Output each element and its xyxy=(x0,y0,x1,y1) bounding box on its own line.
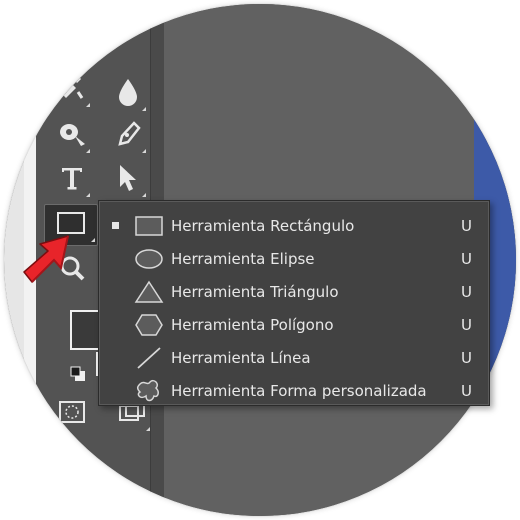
path-selection-tool[interactable] xyxy=(108,160,148,200)
menu-item-ellipse[interactable]: Herramienta Elipse U xyxy=(99,242,489,275)
shortcut-key: U xyxy=(461,381,472,400)
triangle-icon xyxy=(133,278,165,306)
quick-mask-button[interactable] xyxy=(52,394,92,434)
custom-shape-icon xyxy=(133,377,165,405)
brush-icon xyxy=(58,74,86,106)
hexagon-icon xyxy=(133,311,165,339)
ellipse-icon xyxy=(133,245,165,273)
dodge-tool[interactable] xyxy=(52,116,92,156)
water-drop-icon xyxy=(115,77,141,111)
quick-mask-icon xyxy=(58,400,86,428)
menu-item-line[interactable]: Herramienta Línea U xyxy=(99,341,489,374)
pen-nib-icon xyxy=(114,120,142,152)
pen-tool[interactable] xyxy=(108,116,148,156)
type-t-icon xyxy=(59,164,85,196)
menu-item-polygon[interactable]: Herramienta Polígono U xyxy=(99,308,489,341)
blur-tool[interactable] xyxy=(108,74,148,114)
shortcut-key: U xyxy=(461,249,472,268)
menu-item-label: Herramienta Línea xyxy=(171,348,311,367)
dodge-icon xyxy=(57,120,87,152)
menu-item-label: Herramienta Triángulo xyxy=(171,282,339,301)
selected-indicator xyxy=(112,222,119,229)
menu-item-label: Herramienta Forma personalizada xyxy=(171,381,427,400)
menu-item-custom-shape[interactable]: Herramienta Forma personalizada U xyxy=(99,374,489,407)
shortcut-key: U xyxy=(461,348,472,367)
menu-item-label: Herramienta Elipse xyxy=(171,249,315,268)
shortcut-key: U xyxy=(461,216,472,235)
menu-item-rectangle[interactable]: Herramienta Rectángulo U xyxy=(99,209,489,242)
brush-tool[interactable] xyxy=(52,70,92,110)
menu-item-triangle[interactable]: Herramienta Triángulo U xyxy=(99,275,489,308)
menu-item-label: Herramienta Polígono xyxy=(171,315,334,334)
shape-tools-flyout-menu: Herramienta Rectángulo U Herramienta Eli… xyxy=(98,200,490,406)
default-colors-icon[interactable] xyxy=(70,366,86,382)
shortcut-key: U xyxy=(461,282,472,301)
menu-item-label: Herramienta Rectángulo xyxy=(171,216,355,235)
line-icon xyxy=(133,344,165,372)
red-pointer-arrow-icon xyxy=(18,232,74,288)
arrow-pointer-icon xyxy=(116,163,140,197)
rectangle-icon xyxy=(133,212,165,240)
type-tool[interactable] xyxy=(52,160,92,200)
shortcut-key: U xyxy=(461,315,472,334)
